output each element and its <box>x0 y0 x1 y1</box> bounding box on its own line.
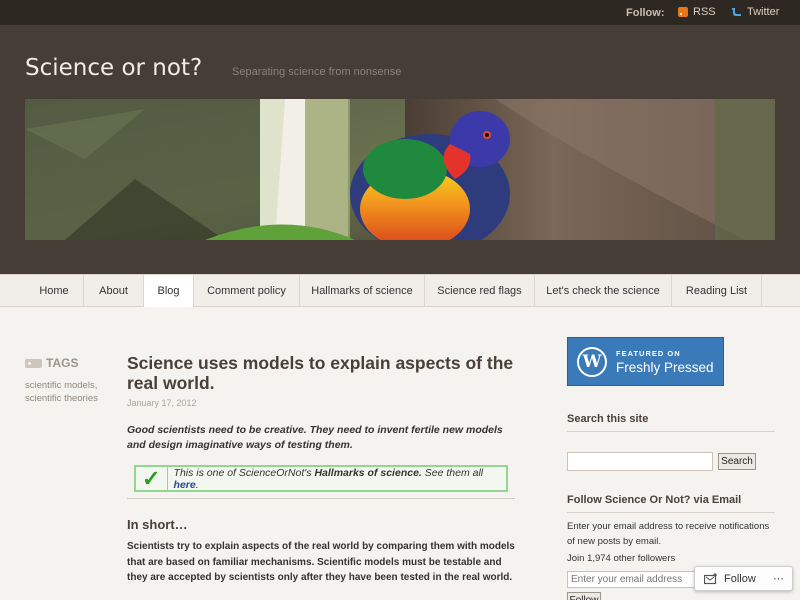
follow-submit-button[interactable]: Follow <box>567 592 601 600</box>
hallmark-middle: See them all <box>421 466 484 479</box>
wordpress-logo-icon: W <box>577 346 607 377</box>
hallmark-suffix: . <box>195 478 199 491</box>
twitter-label: Twitter <box>747 6 780 18</box>
search-button[interactable]: Search <box>718 453 756 470</box>
follow-email-description: Enter your email address to receive noti… <box>567 521 770 547</box>
nav-science-red-flags[interactable]: Science red flags <box>425 275 535 307</box>
follow-label: Follow: <box>626 7 665 19</box>
top-bar: Follow: RSS Twitter <box>0 0 800 25</box>
divider <box>127 498 515 499</box>
tag-link-scientific-theories[interactable]: scientific theories <box>25 393 98 404</box>
tags-heading: TAGS <box>25 356 78 370</box>
nav-blog[interactable]: Blog <box>144 275 194 307</box>
nav-reading-list[interactable]: Reading List <box>672 275 762 307</box>
hallmark-callout: ✓ This is one of ScienceOrNot's Hallmark… <box>134 465 508 492</box>
follow-email-heading: Follow Science Or Not? via Email <box>567 494 775 513</box>
site-tagline: Separating science from nonsense <box>232 66 402 78</box>
post-date[interactable]: January 17, 2012 <box>127 398 197 408</box>
post-lead-paragraph: Good scientists need to be creative. The… <box>127 424 503 451</box>
followers-count: Join 1,974 other followers <box>567 553 676 564</box>
freshly-pressed-badge[interactable]: W FEATURED ON Freshly Pressed <box>567 337 724 386</box>
tag-icon <box>25 358 42 368</box>
email-field[interactable]: Enter your email address <box>567 571 699 588</box>
rss-label: RSS <box>693 6 716 18</box>
hallmark-bold: Hallmarks of science. <box>314 466 422 479</box>
search-heading: Search this site <box>567 413 775 432</box>
rss-link[interactable]: RSS <box>678 6 716 18</box>
hallmark-message: This is one of ScienceOrNot's Hallmarks … <box>168 467 506 491</box>
in-short-paragraph: Scientists try to explain aspects of the… <box>127 541 515 583</box>
hallmark-here-link[interactable]: here <box>174 479 196 491</box>
main-nav: Home About Blog Comment policy Hallmarks… <box>0 274 800 307</box>
tag-link-scientific-models[interactable]: scientific models, <box>25 380 97 391</box>
nav-lets-check-the-science[interactable]: Let's check the science <box>535 275 672 307</box>
more-options-icon[interactable]: ⋯ <box>773 572 784 585</box>
follow-bubble-button[interactable]: Follow ⋯ <box>694 566 793 591</box>
rss-icon <box>678 7 688 17</box>
follow-plus-icon <box>703 572 718 585</box>
nav-home[interactable]: Home <box>25 275 84 307</box>
nav-hallmarks-of-science[interactable]: Hallmarks of science <box>300 275 425 307</box>
twitter-link[interactable]: Twitter <box>731 6 779 18</box>
post-title[interactable]: Science uses models to explain aspects o… <box>127 353 522 393</box>
nav-about[interactable]: About <box>84 275 144 307</box>
header-banner-image <box>25 99 775 240</box>
hallmark-prefix: This is one of ScienceOrNot's <box>173 466 315 479</box>
tags-heading-label: TAGS <box>46 356 79 370</box>
badge-big-text: Freshly Pressed <box>616 359 714 375</box>
site-header: Science or not? Separating science from … <box>0 25 800 274</box>
in-short-heading: In short… <box>127 517 188 532</box>
checkmark-icon: ✓ <box>136 466 168 491</box>
twitter-icon <box>731 7 742 17</box>
badge-small-text: FEATURED ON <box>616 348 681 358</box>
follow-bubble-label: Follow <box>724 572 756 585</box>
site-title[interactable]: Science or not? <box>25 55 202 81</box>
search-input[interactable] <box>567 452 713 471</box>
nav-comment-policy[interactable]: Comment policy <box>194 275 300 307</box>
